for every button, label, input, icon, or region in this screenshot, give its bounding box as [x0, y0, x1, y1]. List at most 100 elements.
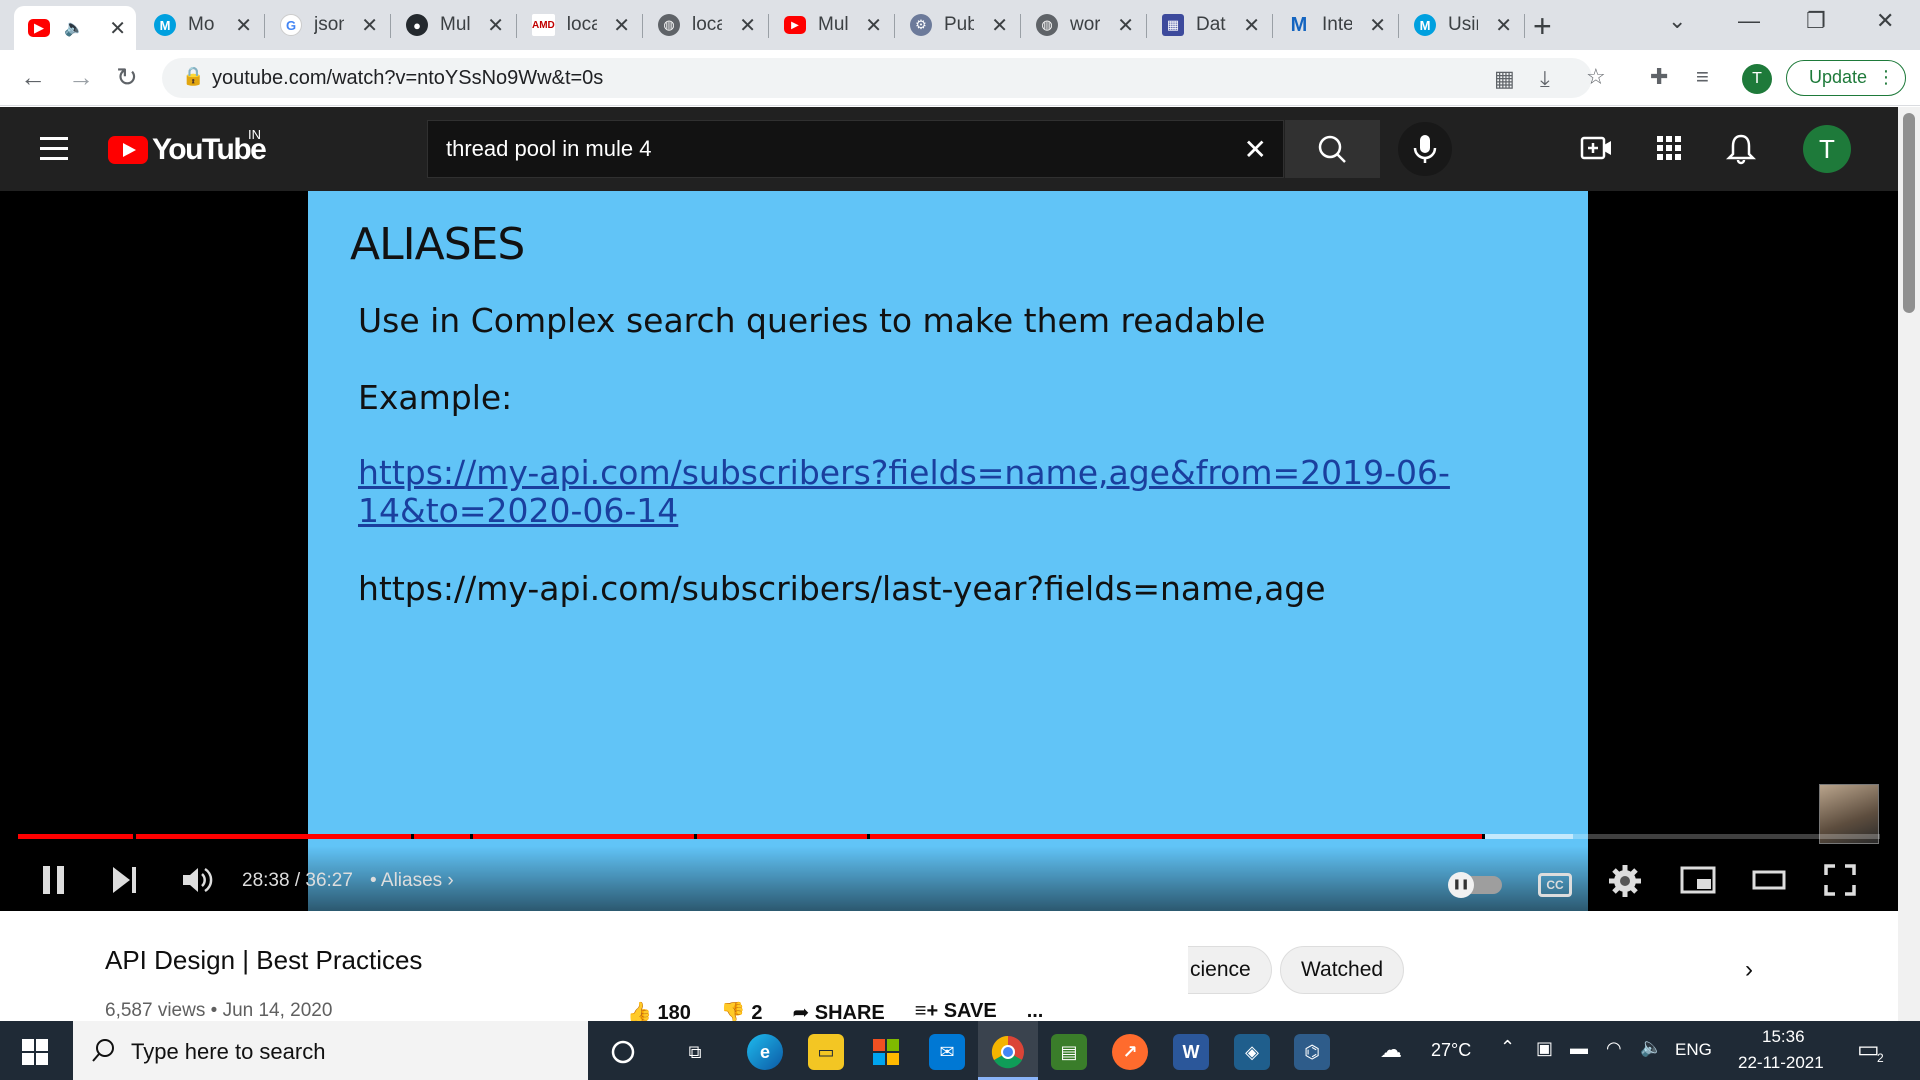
- forward-arrow-icon[interactable]: →: [68, 62, 94, 93]
- close-tab-icon[interactable]: ✕: [235, 13, 252, 38]
- edge-browser-icon[interactable]: e: [747, 1034, 783, 1070]
- close-tab-icon[interactable]: ✕: [109, 16, 126, 41]
- fullscreen-icon[interactable]: [1824, 864, 1856, 896]
- sourcetree-app-icon[interactable]: ◈: [1234, 1034, 1270, 1070]
- create-video-icon[interactable]: [1580, 133, 1614, 163]
- clear-search-icon[interactable]: ✕: [1244, 133, 1267, 166]
- close-window-icon[interactable]: ✕: [1876, 8, 1894, 34]
- search-button[interactable]: [1285, 120, 1380, 178]
- meet-now-icon[interactable]: ▣: [1536, 1038, 1553, 1059]
- url-text[interactable]: youtube.com/watch?v=ntoYSsNo9Ww&t=0s: [212, 67, 603, 90]
- wifi-icon[interactable]: ◠: [1606, 1038, 1622, 1059]
- reload-icon[interactable]: ↻: [116, 62, 138, 93]
- speaker-volume-icon[interactable]: 🔈: [1640, 1037, 1662, 1058]
- tab-5[interactable]: ◍ loca ✕: [644, 6, 766, 44]
- video-player[interactable]: ALIASES Use in Complex search queries to…: [0, 191, 1898, 911]
- file-explorer-icon[interactable]: ▭: [808, 1034, 844, 1070]
- tab-6[interactable]: ▶ Mul ✕: [770, 6, 892, 44]
- back-arrow-icon[interactable]: ←: [20, 62, 46, 93]
- update-button[interactable]: Update ⋮: [1786, 60, 1906, 96]
- clock-time[interactable]: 15:36: [1762, 1027, 1805, 1047]
- chapter-button[interactable]: • Aliases ›: [370, 870, 454, 892]
- apps-grid-icon[interactable]: [1655, 133, 1683, 163]
- microsoft-store-icon[interactable]: [868, 1034, 904, 1070]
- next-track-icon[interactable]: [110, 864, 140, 896]
- task-view-icon[interactable]: ⧉: [677, 1034, 713, 1070]
- chrome-icon[interactable]: [990, 1034, 1026, 1070]
- tab-label: json: [314, 14, 344, 35]
- tab-9[interactable]: ▦ Dat ✕: [1148, 6, 1270, 44]
- close-tab-icon[interactable]: ✕: [1117, 13, 1134, 38]
- bookmark-star-icon[interactable]: ☆: [1586, 64, 1606, 90]
- region-code: IN: [248, 127, 261, 142]
- weather-temperature[interactable]: 27°C: [1431, 1040, 1471, 1061]
- tab-4[interactable]: AMD loca ✕: [518, 6, 640, 44]
- chips-next-chevron-icon[interactable]: ›: [1745, 956, 1753, 984]
- close-tab-icon[interactable]: ✕: [613, 13, 630, 38]
- voice-search-button[interactable]: [1398, 122, 1452, 176]
- close-tab-icon[interactable]: ✕: [991, 13, 1008, 38]
- search-query-text[interactable]: thread pool in mule 4: [446, 136, 651, 162]
- restore-icon[interactable]: ❐: [1806, 8, 1826, 34]
- tab-10[interactable]: M Inte ✕: [1274, 6, 1396, 44]
- miniplayer-icon[interactable]: [1680, 864, 1716, 896]
- excel-like-app-icon[interactable]: ▤: [1051, 1034, 1087, 1070]
- word-icon[interactable]: W: [1173, 1034, 1209, 1070]
- address-bar[interactable]: 🔒 youtube.com/watch?v=ntoYSsNo9Ww&t=0s ▦…: [162, 58, 1606, 98]
- mail-icon[interactable]: ✉: [929, 1034, 965, 1070]
- close-tab-icon[interactable]: ✕: [361, 13, 378, 38]
- settings-gear-icon[interactable]: [1608, 864, 1642, 898]
- close-tab-icon[interactable]: ✕: [1369, 13, 1386, 38]
- minimize-icon[interactable]: —: [1738, 8, 1760, 34]
- tab-7[interactable]: ⚙ Pub ✕: [896, 6, 1018, 44]
- notification-bell-icon[interactable]: [1726, 133, 1756, 165]
- search-input[interactable]: thread pool in mule 4 ✕: [427, 120, 1284, 178]
- subtitles-cc-icon[interactable]: CC: [1538, 873, 1572, 897]
- install-icon[interactable]: ⤓: [1540, 66, 1550, 92]
- pause-icon[interactable]: [40, 864, 68, 896]
- page-scrollbar[interactable]: [1898, 107, 1920, 1021]
- theater-mode-icon[interactable]: [1752, 864, 1786, 896]
- media-queue-icon[interactable]: ≡: [1696, 64, 1709, 90]
- filter-chip[interactable]: cience: [1188, 946, 1272, 994]
- kebab-menu-icon[interactable]: ⋮: [1877, 61, 1895, 94]
- autoplay-toggle[interactable]: ❚❚: [1448, 872, 1502, 898]
- taskbar-search-box[interactable]: Type here to search: [73, 1021, 588, 1080]
- mulesoft-icon: M: [154, 14, 176, 36]
- close-tab-icon[interactable]: ✕: [1243, 13, 1260, 38]
- show-hidden-icons-chevron-icon[interactable]: ⌃: [1500, 1037, 1515, 1058]
- profile-avatar[interactable]: T: [1742, 64, 1772, 94]
- app-grid-icon[interactable]: ▦: [1494, 66, 1515, 92]
- tab-11[interactable]: M Usin ✕: [1400, 6, 1522, 44]
- progress-bar[interactable]: [18, 834, 1880, 839]
- new-tab-plus-icon[interactable]: +: [1533, 8, 1552, 45]
- weather-cloud-icon[interactable]: ☁: [1380, 1037, 1402, 1063]
- close-tab-icon[interactable]: ✕: [1495, 13, 1512, 38]
- battery-icon[interactable]: ▬: [1570, 1038, 1588, 1059]
- volume-icon[interactable]: [180, 864, 216, 896]
- close-tab-icon[interactable]: ✕: [487, 13, 504, 38]
- tab-1[interactable]: M Mo ✕: [140, 6, 262, 44]
- tab-3[interactable]: ● Mul ✕: [392, 6, 514, 44]
- anypoint-studio-icon[interactable]: ⌬: [1294, 1034, 1330, 1070]
- clock-date[interactable]: 22-11-2021: [1738, 1053, 1824, 1073]
- time-separator: /: [289, 870, 306, 891]
- postman-icon[interactable]: ↗: [1112, 1034, 1148, 1070]
- extensions-puzzle-icon[interactable]: ✚: [1650, 64, 1668, 90]
- hamburger-menu-icon[interactable]: [40, 137, 68, 167]
- account-avatar[interactable]: T: [1803, 125, 1851, 173]
- windows-start-icon[interactable]: [22, 1039, 48, 1065]
- language-indicator[interactable]: ENG: [1675, 1040, 1712, 1060]
- scrollbar-thumb[interactable]: [1903, 113, 1915, 313]
- tab-2[interactable]: G json ✕: [266, 6, 388, 44]
- cortana-icon[interactable]: [605, 1034, 641, 1070]
- close-tab-icon[interactable]: ✕: [739, 13, 756, 38]
- speaker-icon[interactable]: 🔈: [64, 18, 84, 38]
- filter-chip-watched[interactable]: Watched: [1280, 946, 1405, 994]
- tab-search-chevron-icon[interactable]: ⌄: [1668, 8, 1686, 34]
- youtube-logo[interactable]: YouTube: [108, 133, 267, 167]
- close-tab-icon[interactable]: ✕: [865, 13, 882, 38]
- lock-icon[interactable]: 🔒: [182, 66, 204, 87]
- tab-8[interactable]: ◍ wor ✕: [1022, 6, 1144, 44]
- tab-youtube-active[interactable]: ▶ 🔈 ✕: [14, 6, 136, 50]
